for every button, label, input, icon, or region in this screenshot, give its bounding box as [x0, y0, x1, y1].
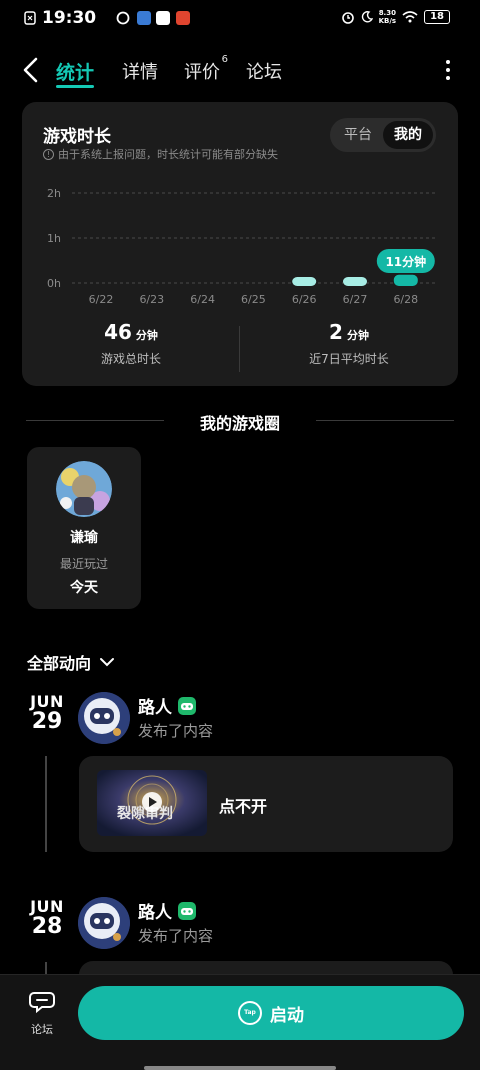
total-playtime-value: 46 [104, 320, 132, 344]
chevron-down-icon [100, 658, 115, 667]
home-indicator [144, 1066, 336, 1070]
total-playtime-unit: 分钟 [135, 329, 158, 342]
forum-button[interactable]: 论坛 [22, 989, 62, 1037]
game-circle-header: 我的游戏圈 [26, 408, 454, 434]
chart-x-tick-label: 6/23 [139, 293, 164, 306]
chart-value-label: 11分钟 [385, 254, 426, 269]
chart-x-tick-label: 6/25 [241, 293, 266, 306]
battery-indicator: 18 [424, 10, 450, 24]
status-bar: 19:30 8.30 KB/s 18 [0, 0, 480, 36]
post-video-thumbnail[interactable]: 裂隙审判 [97, 770, 207, 836]
back-arrow-icon[interactable] [20, 56, 44, 84]
user-avatar [56, 461, 112, 517]
chart-x-tick-label: 6/27 [343, 293, 368, 306]
chart-bar [393, 274, 418, 286]
notification-icon-browser [156, 11, 170, 25]
feed-action: 发布了内容 [138, 927, 214, 945]
tab-reviews-label: 评价 [184, 62, 220, 83]
chart-x-tick-label: 6/28 [393, 293, 418, 306]
forum-chat-icon [29, 992, 55, 1014]
feed-user-name: 路人 [138, 698, 172, 718]
tab-reviews[interactable]: 评价 6 [184, 54, 228, 84]
tab-details[interactable]: 详情 [122, 58, 158, 84]
feed-user[interactable]: 路人 [138, 693, 196, 718]
total-playtime: 46 分钟 游戏总时长 [22, 320, 240, 367]
net-speed: 8.30 KB/s [378, 9, 397, 25]
feed-user[interactable]: 路人 [138, 898, 196, 923]
feed-action: 发布了内容 [138, 722, 214, 740]
tab-forum[interactable]: 论坛 [246, 58, 282, 84]
tab-stats[interactable]: 统计 [56, 58, 95, 88]
chart-bar [292, 277, 317, 286]
total-playtime-label: 游戏总时长 [100, 352, 161, 366]
activity-filter[interactable]: 全部动向 [27, 650, 115, 674]
feed-post-card[interactable]: 裂隙审判 点不开 [79, 756, 453, 852]
review-count-badge: 6 [221, 54, 228, 65]
avg-playtime-value: 2 [329, 320, 343, 344]
activity-filter-label: 全部动向 [27, 654, 92, 673]
feed-user-avatar[interactable] [78, 897, 130, 949]
launch-game-button[interactable]: Tap 启动 [78, 986, 464, 1040]
feed-day: 28 [31, 914, 63, 939]
feed-user-name: 路人 [138, 903, 172, 923]
chart-y-tick-label: 0h [47, 277, 61, 290]
timeline-line [45, 756, 47, 852]
top-nav: 统计 详情 评价 6 论坛 [0, 50, 480, 90]
alarm-icon [341, 12, 354, 24]
feed-user-avatar[interactable] [78, 692, 130, 744]
chart-x-tick-label: 6/22 [89, 293, 114, 306]
divider-right [316, 420, 454, 421]
clock: 19:30 [42, 8, 97, 28]
wifi-icon [402, 11, 418, 23]
game-circle-card[interactable]: 谦瑜 最近玩过 今天 [27, 447, 141, 609]
game-circle-title: 我的游戏圈 [199, 414, 280, 433]
circle-user-name: 谦瑜 [70, 530, 98, 546]
moon-icon [361, 11, 373, 23]
feed-date: JUN 28 [27, 897, 67, 939]
playtime-card: 游戏时长 ! 由于系统上报问题，时长统计可能有部分缺失 平台 我的 0h 1h 2h… [22, 102, 458, 386]
avg-playtime: 2 分钟 近7日平均时长 [240, 320, 458, 367]
launch-game-label: 启动 [270, 1005, 304, 1026]
chart-y-tick-label: 1h [47, 232, 61, 245]
bottom-action-bar: 论坛 Tap 启动 [0, 974, 480, 1070]
avg-playtime-unit: 分钟 [346, 329, 369, 342]
chart-x-tick-label: 6/24 [190, 293, 215, 306]
notification-icon-red [176, 11, 190, 25]
forum-button-label: 论坛 [31, 1023, 53, 1036]
avg-playtime-label: 近7日平均时长 [309, 352, 389, 366]
taptap-logo-icon: Tap [238, 1001, 262, 1025]
notification-icon-blue [137, 11, 151, 25]
sim-icon [24, 11, 36, 25]
chart-bar [343, 277, 367, 286]
more-options-icon[interactable] [446, 60, 450, 80]
app-notification-icon [116, 11, 130, 25]
feed-date: JUN 29 [27, 692, 67, 734]
gamer-badge-icon [178, 696, 196, 715]
recently-played-day: 今天 [70, 580, 98, 596]
playtime-stats: 46 分钟 游戏总时长 2 分钟 近7日平均时长 [22, 320, 458, 380]
gamer-badge-icon [178, 901, 196, 920]
post-title: 点不开 [219, 797, 268, 816]
recently-played-label: 最近玩过 [59, 557, 108, 571]
chart-y-tick-label: 2h [47, 187, 61, 200]
feed-day: 29 [31, 709, 63, 734]
chart-x-tick-label: 6/26 [292, 293, 317, 306]
